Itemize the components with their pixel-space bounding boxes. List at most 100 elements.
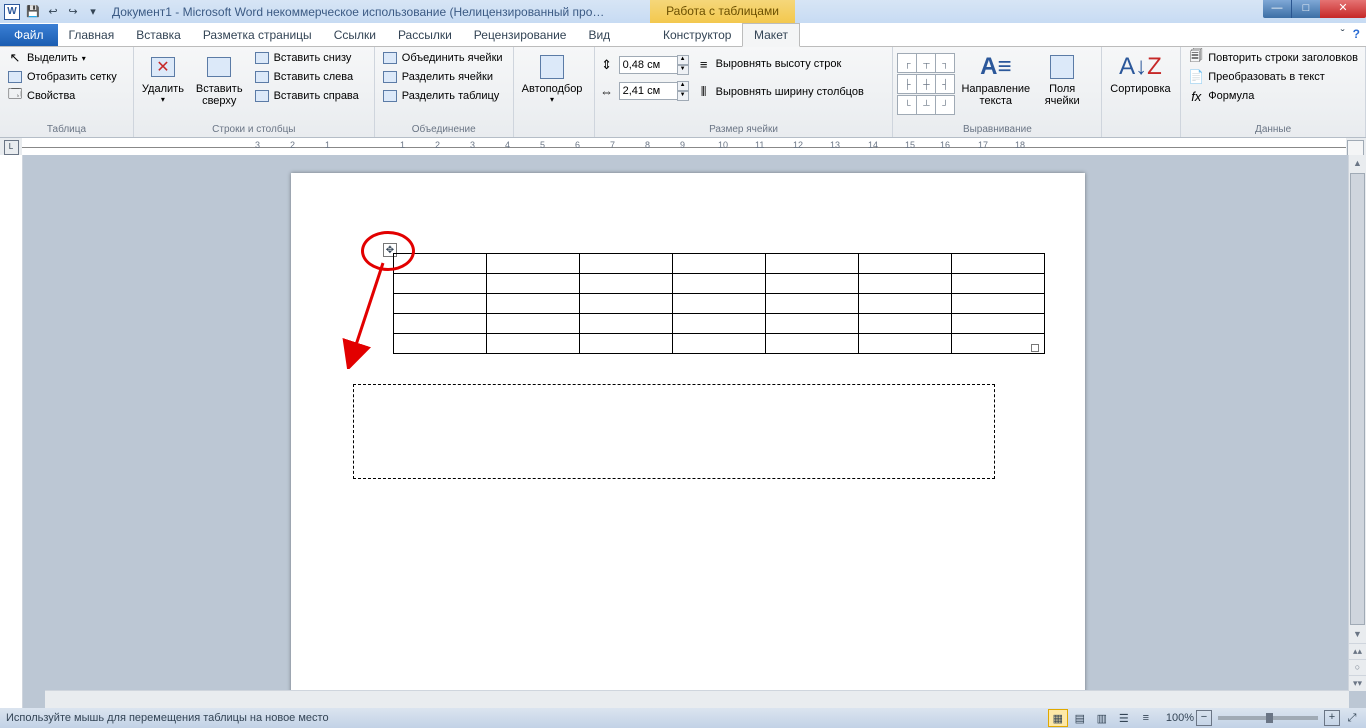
qat-customize-icon[interactable]: ▾ <box>84 3 102 21</box>
group-label: Таблица <box>4 122 129 137</box>
ruler-tick: 15 <box>905 140 915 150</box>
drag-target-outline <box>353 384 995 479</box>
tab-file[interactable]: Файл <box>0 24 58 46</box>
zoom-thumb[interactable] <box>1266 713 1273 723</box>
zoom-in-button[interactable]: + <box>1324 710 1340 726</box>
convert-to-text-button[interactable]: 📄Преобразовать в текст <box>1185 68 1361 86</box>
merge-cells-button[interactable]: Объединить ячейки <box>379 49 506 67</box>
titlebar: W 💾 ↩ ↪ ▾ Документ1 - Microsoft Word нек… <box>0 0 1366 23</box>
sort-button[interactable]: A↓ZСортировка <box>1106 49 1174 97</box>
view-web-icon[interactable]: ▥ <box>1092 709 1112 727</box>
scroll-up-icon[interactable]: ▲ <box>1349 155 1366 172</box>
view-print-layout-icon[interactable]: ▦ <box>1048 709 1068 727</box>
insert-above-button[interactable]: Вставить сверху <box>192 49 247 109</box>
view-draft-icon[interactable]: ≡ <box>1136 709 1156 727</box>
browse-object-icon[interactable]: ○ <box>1349 659 1366 675</box>
view-fullscreen-icon[interactable]: ▤ <box>1070 709 1090 727</box>
group-cell-size: ⇕▲▼ ⇔▲▼ ≡Выровнять высоту строк ⦀Выровня… <box>595 47 894 137</box>
group-label: Размер ячейки <box>599 122 889 137</box>
spin-down-icon[interactable]: ▼ <box>677 91 689 101</box>
split-table-button[interactable]: Разделить таблицу <box>379 87 506 105</box>
vertical-scrollbar[interactable]: ▲ ▼ ▴▴ ○ ▾▾ <box>1348 155 1366 691</box>
split-cells-button[interactable]: Разделить ячейки <box>379 68 506 86</box>
zoom-slider[interactable] <box>1218 716 1318 720</box>
cell-margins-icon <box>1046 51 1078 83</box>
qat-save-icon[interactable]: 💾 <box>24 3 42 21</box>
tab-design[interactable]: Конструктор <box>652 24 742 46</box>
text-direction-button[interactable]: A≡Направление текста <box>957 49 1034 109</box>
qat-undo-icon[interactable]: ↩ <box>44 3 62 21</box>
properties-button[interactable]: 🗔Свойства <box>4 87 120 105</box>
tab-mailings[interactable]: Рассылки <box>387 24 463 46</box>
ruler-tick: 11 <box>755 140 764 150</box>
zoom-level[interactable]: 100% <box>1166 712 1194 724</box>
tab-insert[interactable]: Вставка <box>125 24 192 46</box>
align-tr[interactable]: ┐ <box>935 53 955 73</box>
minimize-button[interactable]: — <box>1263 0 1291 18</box>
col-width-field[interactable]: ⇔▲▼ <box>599 81 689 101</box>
ruler-tick: 7 <box>610 140 615 150</box>
ruler-tick: 3 <box>255 140 260 150</box>
ruler-tick: 2 <box>435 140 440 150</box>
statusbar: Используйте мышь для перемещения таблицы… <box>0 708 1366 728</box>
view-gridlines-button[interactable]: Отобразить сетку <box>4 68 120 86</box>
insert-right-button[interactable]: Вставить справа <box>251 87 362 105</box>
table-row <box>394 274 1045 294</box>
document-table[interactable] <box>393 253 1045 354</box>
tab-pagelayout[interactable]: Разметка страницы <box>192 24 323 46</box>
scroll-thumb[interactable] <box>1350 173 1365 625</box>
tab-home[interactable]: Главная <box>58 24 126 46</box>
align-bl[interactable]: └ <box>897 95 917 115</box>
repeat-headers-button[interactable]: 🗐Повторить строки заголовков <box>1185 49 1361 67</box>
spin-up-icon[interactable]: ▲ <box>677 55 689 65</box>
document-viewport[interactable]: ✥ ▲ ▼ ▴▴ ○ ▾▾ <box>23 155 1366 708</box>
select-button[interactable]: ↖Выделить ▾ <box>4 49 120 67</box>
cell-margins-button[interactable]: Поля ячейки <box>1038 49 1086 109</box>
tab-review[interactable]: Рецензирование <box>463 24 578 46</box>
view-outline-icon[interactable]: ☰ <box>1114 709 1134 727</box>
insert-below-button[interactable]: Вставить снизу <box>251 49 362 67</box>
minimize-ribbon-icon[interactable]: ˇ <box>1341 27 1345 41</box>
group-autofit: Автоподбор▾ <box>514 47 595 137</box>
zoom-fit-icon[interactable]: ⤢ <box>1342 709 1362 727</box>
align-tl[interactable]: ┌ <box>897 53 917 73</box>
ruler-tick: 18 <box>1015 140 1025 150</box>
horizontal-scrollbar[interactable] <box>45 690 1349 708</box>
zoom-out-button[interactable]: − <box>1196 710 1212 726</box>
formula-icon: fx <box>1188 88 1204 104</box>
help-icon[interactable]: ? <box>1353 27 1360 41</box>
align-bc[interactable]: ┴ <box>916 95 936 115</box>
autofit-button[interactable]: Автоподбор▾ <box>518 49 587 106</box>
vertical-ruler[interactable] <box>0 155 23 708</box>
align-br[interactable]: ┘ <box>935 95 955 115</box>
ruler-tick: 17 <box>978 140 988 150</box>
formula-button[interactable]: fxФормула <box>1185 87 1361 105</box>
qat-redo-icon[interactable]: ↪ <box>64 3 82 21</box>
group-table: ↖Выделить ▾ Отобразить сетку 🗔Свойства Т… <box>0 47 134 137</box>
row-height-field[interactable]: ⇕▲▼ <box>599 55 689 75</box>
spin-up-icon[interactable]: ▲ <box>677 81 689 91</box>
distribute-rows-button[interactable]: ≡Выровнять высоту строк <box>693 55 867 73</box>
ruler-tick: 10 <box>718 140 728 150</box>
close-button[interactable]: ✕ <box>1320 0 1366 18</box>
align-mc[interactable]: ┼ <box>916 74 936 94</box>
ruler-tick: 6 <box>575 140 580 150</box>
delete-button[interactable]: ✕Удалить▾ <box>138 49 188 106</box>
align-tc[interactable]: ┬ <box>916 53 936 73</box>
tab-layout[interactable]: Макет <box>742 23 800 47</box>
tab-references[interactable]: Ссылки <box>323 24 387 46</box>
document-page[interactable]: ✥ <box>291 173 1085 708</box>
table-resize-handle[interactable] <box>1031 344 1039 352</box>
next-page-icon[interactable]: ▾▾ <box>1349 675 1366 691</box>
align-mr[interactable]: ┤ <box>935 74 955 94</box>
prev-page-icon[interactable]: ▴▴ <box>1349 643 1366 659</box>
tab-view[interactable]: Вид <box>577 24 621 46</box>
ruler-tick: 9 <box>680 140 685 150</box>
insert-left-button[interactable]: Вставить слева <box>251 68 362 86</box>
spin-down-icon[interactable]: ▼ <box>677 65 689 75</box>
scroll-down-icon[interactable]: ▼ <box>1349 626 1366 643</box>
distribute-cols-button[interactable]: ⦀Выровнять ширину столбцов <box>693 83 867 101</box>
align-ml[interactable]: ├ <box>897 74 917 94</box>
group-sort: A↓ZСортировка <box>1102 47 1181 137</box>
maximize-button[interactable]: □ <box>1291 0 1320 18</box>
